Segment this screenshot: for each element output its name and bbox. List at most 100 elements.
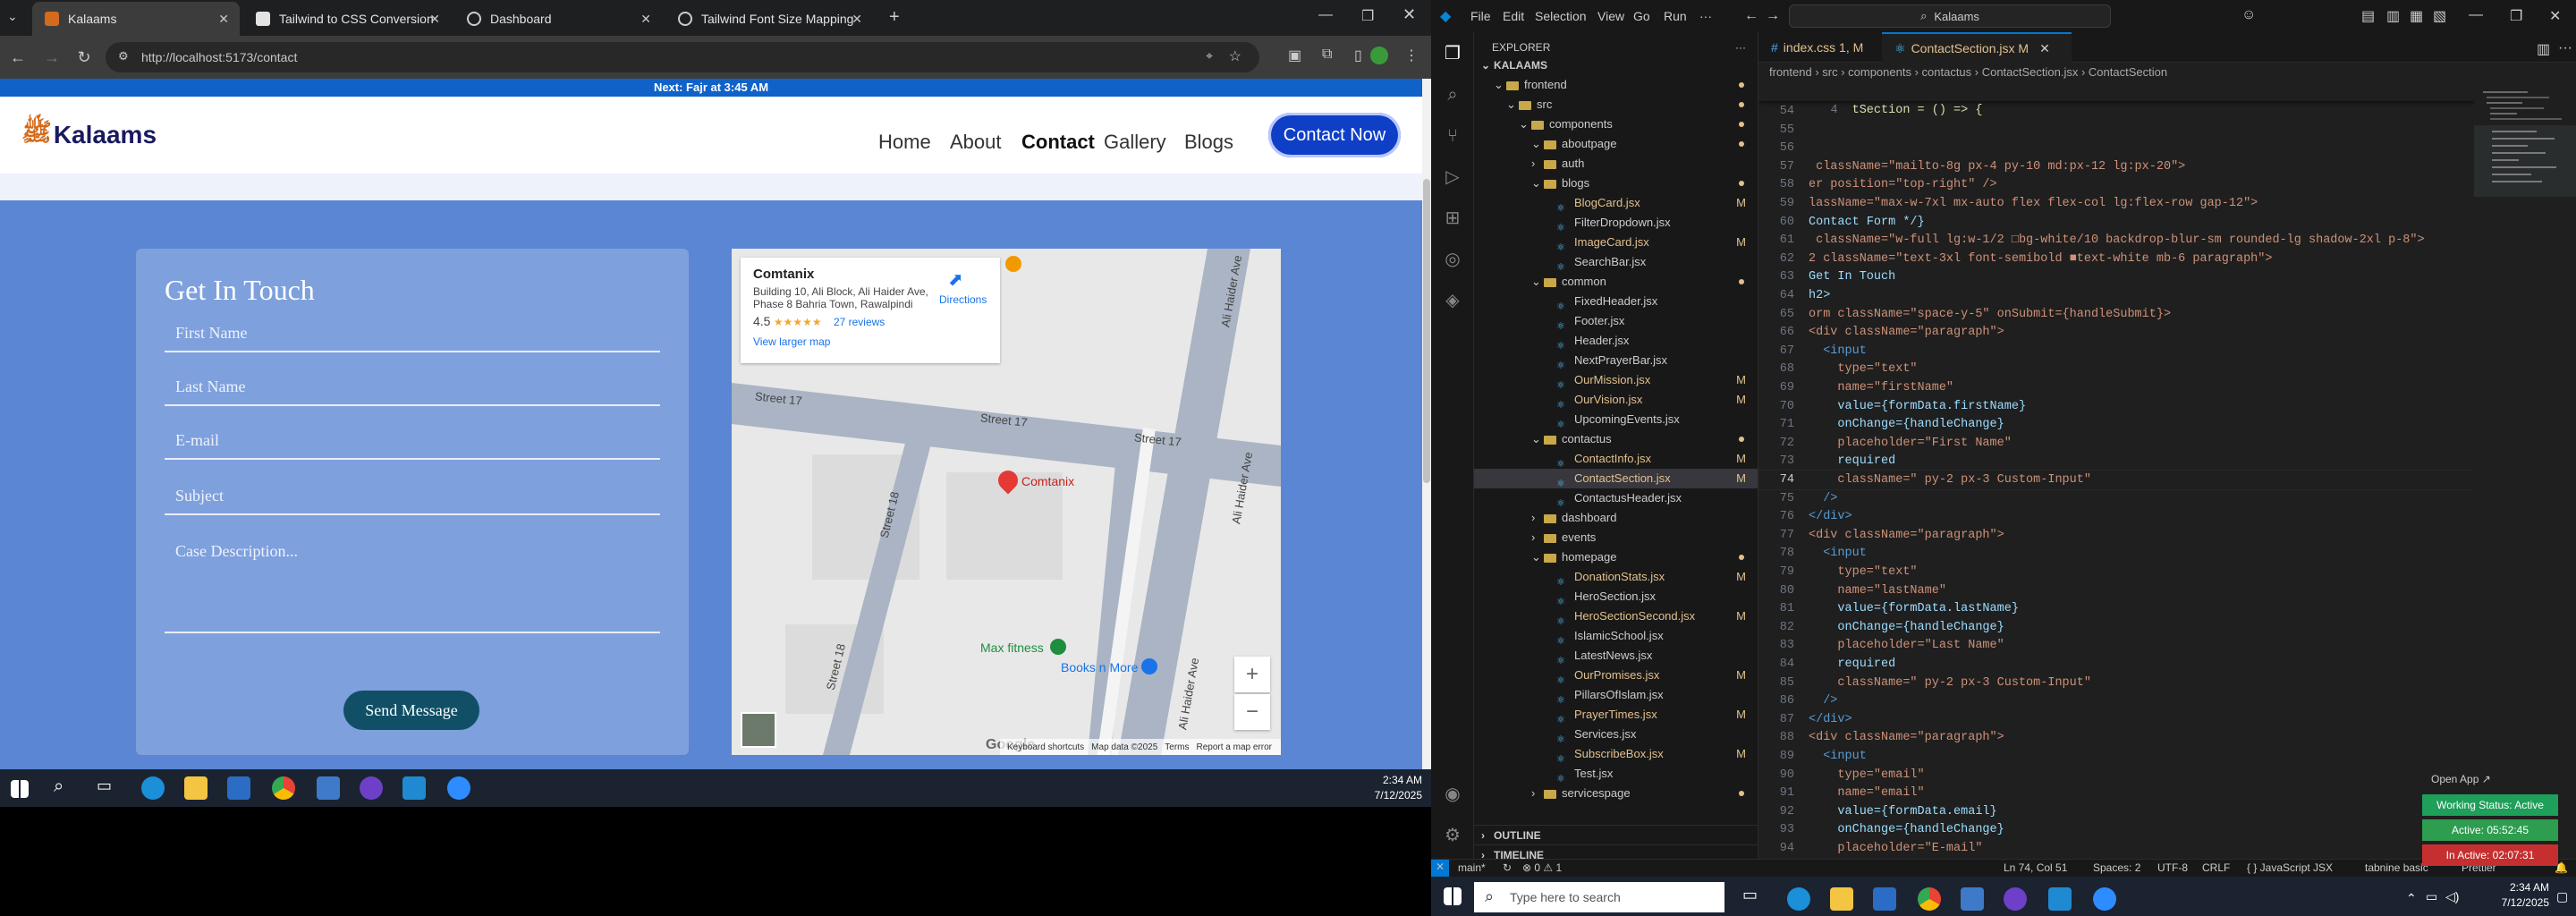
code-line[interactable]: 85 className=" py-2 px-3 Custom-Input" [1758,674,2474,692]
file-item[interactable]: ⚛ PillarsOfIslam.jsx [1474,685,1758,706]
directions-link[interactable]: Directions [939,293,987,306]
file-item[interactable]: ⚛ OurMission.jsx M [1474,370,1758,391]
code-line[interactable]: 79 type="text" [1758,563,2474,581]
folder-item[interactable]: ⌄ aboutpage [1474,134,1758,154]
code-line[interactable]: 89 <input [1758,747,2474,766]
code-line[interactable]: 90 type="email" [1758,766,2474,785]
folder-item[interactable]: › dashboard [1474,508,1758,528]
tab-tailwind-font[interactable]: Tailwind Font Size Mapping ✕ [665,2,873,36]
task-view-icon[interactable]: ▭ [1742,886,1766,909]
problems-status[interactable]: ⊗ 0 ⚠ 1 [1522,861,1562,874]
minimize-icon[interactable]: — [2469,7,2483,23]
tab-dashboard[interactable]: Dashboard ✕ [454,2,662,36]
sidepanel-icon[interactable]: ▯ [1354,47,1362,64]
close-window-icon[interactable]: ✕ [1402,5,1416,24]
folder-item[interactable]: ⌄ contactus [1474,429,1758,449]
code-line[interactable]: 78 <input [1758,544,2474,563]
code-line[interactable]: 65 orm className="space-y-5" onSubmit={ha… [1758,305,2474,324]
copilot-icon[interactable]: ☺ [2241,7,2256,23]
send-message-button[interactable]: Send Message [343,691,479,730]
nav-gallery[interactable]: Gallery [1104,131,1166,154]
extensions-icon[interactable]: ⊞ [1442,208,1463,229]
chrome-icon[interactable] [1918,887,1941,911]
file-item[interactable]: ⚛ ContactInfo.jsx M [1474,449,1758,470]
file-explorer-icon[interactable] [184,776,208,800]
editor-more-icon[interactable]: ··· [2558,40,2572,56]
file-item[interactable]: ⚛ Footer.jsx [1474,311,1758,332]
taskbar-clock-left[interactable]: 2:34 AM 7/12/2025 [1324,773,1422,803]
close-tab-icon[interactable]: ✕ [429,12,440,27]
code-line[interactable]: 81 value={formData.lastName} [1758,599,2474,618]
zoom-icon[interactable] [447,776,470,800]
last-name-field[interactable]: Last Name [165,369,660,406]
terms-link[interactable]: Terms [1165,742,1189,752]
file-item[interactable]: ⚛ HeroSectionSecond.jsx M [1474,606,1758,627]
github-actions-icon[interactable]: ◎ [1442,249,1463,270]
file-item[interactable]: ⚛ Header.jsx [1474,331,1758,352]
tab-contactsection[interactable]: ⚛ ContactSection.jsx M ✕ [1882,32,2072,63]
menu-edit[interactable]: Edit [1503,9,1524,23]
code-line[interactable]: 55 [1758,121,2474,140]
menu-run[interactable]: Run [1664,9,1687,23]
puzzle-extensions-icon[interactable]: ⧉ [1322,47,1332,63]
menu-file[interactable]: File [1470,9,1491,23]
close-tab-icon[interactable]: ✕ [218,12,229,27]
file-item[interactable]: ⚛ ContactSection.jsx M [1474,469,1758,489]
code-editor[interactable]: 4tSection = () => { 54555657 className="… [1758,82,2474,859]
source-control-icon[interactable]: ⑂ [1442,125,1463,147]
zoom-out-button[interactable]: − [1234,694,1270,730]
menu-dots-icon[interactable]: ⋮ [1404,47,1419,64]
keyboard-shortcuts-link[interactable]: Keyboard shortcuts [1007,742,1084,752]
toggle-secondary-icon[interactable]: ▧ [2433,7,2446,25]
eol-status[interactable]: CRLF [2202,861,2230,874]
split-editor-icon[interactable]: ▥ [2537,40,2550,58]
tab-index-css[interactable]: # index.css 1, M [1758,32,1882,63]
code-line[interactable]: 72 placeholder="First Name" [1758,434,2474,453]
code-line[interactable]: 77 <div className="paragraph"> [1758,526,2474,545]
notification-center-icon[interactable]: ▢ [2556,889,2568,904]
file-item[interactable]: ⚛ SubscribeBox.jsx M [1474,744,1758,765]
code-line[interactable]: 75 /> [1758,489,2474,508]
maximize-icon[interactable]: ❐ [2510,7,2522,25]
close-tab-icon[interactable]: ✕ [640,12,651,27]
file-item[interactable]: ⚛ Test.jsx [1474,764,1758,785]
explorer-icon[interactable]: ❐ [1442,43,1463,64]
windows-start-icon[interactable] [11,780,29,798]
file-item[interactable]: ⚛ BlogCard.jsx M [1474,193,1758,214]
close-tab-icon[interactable]: ✕ [852,12,862,27]
code-line[interactable]: 64 h2> [1758,286,2474,305]
view-larger-map-link[interactable]: View larger map [753,335,987,348]
code-line[interactable]: 92 value={formData.email} [1758,802,2474,821]
vscode-icon[interactable] [402,776,426,800]
file-item[interactable]: ⚛ Services.jsx [1474,725,1758,745]
case-description-field[interactable]: Case Description... [165,533,660,633]
menu-view[interactable]: View [1597,9,1624,23]
file-item[interactable]: ⚛ PrayerTimes.jsx M [1474,705,1758,725]
vscode-alt-icon[interactable] [1961,887,1984,911]
code-line[interactable]: 61 className="w-full lg:w-1/2 □bg-white/… [1758,231,2474,250]
layout-icon[interactable]: ▤ [2361,7,2375,25]
command-center-search[interactable]: ⌕ Kalaams [1789,4,2111,28]
run-debug-icon[interactable]: ▷ [1442,166,1463,188]
vscode-alt-icon[interactable] [317,776,340,800]
edge-icon[interactable] [141,776,165,800]
more-actions-icon[interactable]: ··· [1735,38,1746,57]
tab-kalaams[interactable]: Kalaams ✕ [32,2,240,36]
code-line[interactable]: 67 <input [1758,342,2474,360]
folder-item[interactable]: ⌄ frontend [1474,75,1758,95]
menu-selection[interactable]: Selection [1535,9,1587,23]
task-view-icon[interactable]: ▭ [97,776,120,800]
site-info-icon[interactable]: ⚙ [118,49,129,64]
code-line[interactable]: 60 Contact Form */} [1758,213,2474,232]
github-icon[interactable] [360,776,383,800]
account-icon[interactable]: ◉ [1442,784,1463,805]
file-item[interactable]: ⚛ FixedHeader.jsx [1474,292,1758,312]
folder-item[interactable]: › events [1474,528,1758,547]
file-item[interactable]: ⚛ FilterDropdown.jsx [1474,213,1758,233]
file-item[interactable]: ⚛ OurPromises.jsx M [1474,666,1758,686]
file-item[interactable]: ⚛ ContactusHeader.jsx [1474,488,1758,509]
tabnine-icon[interactable]: ◈ [1442,290,1463,311]
fitness-pin-icon[interactable] [1050,639,1066,655]
outline-section[interactable]: › OUTLINE [1474,825,1758,844]
back-icon[interactable]: ← [5,45,30,70]
